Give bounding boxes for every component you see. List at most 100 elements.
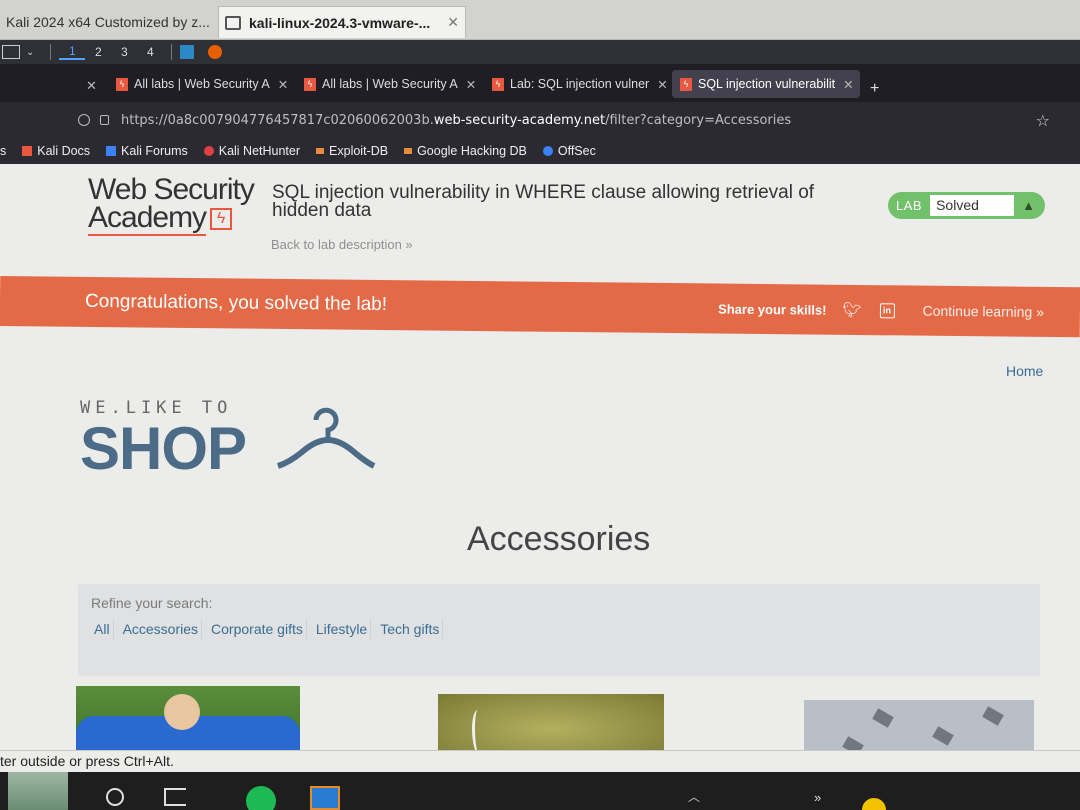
filter-corporate-gifts[interactable]: Corporate gifts — [208, 619, 307, 639]
vm-tab-label: kali-linux-2024.3-vmware-... — [249, 14, 431, 31]
bookmark-label: Google Hacking DB — [417, 144, 527, 158]
lightning-icon: ϟ — [304, 77, 316, 91]
bookmarks-bar: s Kali Docs Kali Forums Kali NetHunter E… — [0, 138, 1080, 164]
bookmark-kali-docs[interactable]: Kali Docs — [22, 144, 90, 158]
filter-all[interactable]: All — [91, 619, 114, 639]
task-view-icon[interactable] — [164, 788, 186, 806]
congrats-message: Congratulations, you solved the lab! — [84, 290, 388, 316]
linkedin-icon[interactable]: in — [879, 302, 895, 318]
continue-learning-link[interactable]: Continue learning » — [922, 303, 1044, 320]
terminal-icon[interactable] — [2, 45, 20, 59]
share-skills-label: Share your skills! — [718, 301, 827, 318]
close-icon[interactable]: ✕ — [86, 78, 97, 94]
shop-word: SHOP — [80, 415, 247, 482]
category-filters: All Accessories Corporate gifts Lifestyl… — [91, 619, 444, 639]
app-launcher-icon[interactable] — [180, 45, 195, 59]
shop-logo: WE.LIKE TO SHOP — [80, 398, 247, 483]
back-to-lab-description-link[interactable]: Back to lab description » — [271, 237, 413, 252]
home-link[interactable]: Home — [1006, 363, 1043, 379]
vm-tab-bar: Kali 2024 x64 Customized by z... ✕ kali-… — [0, 0, 1080, 40]
nethunter-icon — [203, 146, 214, 156]
remote-desktop-icon[interactable] — [310, 786, 340, 810]
notification-icon[interactable] — [862, 798, 886, 810]
bookmark-ghdb[interactable]: Google Hacking DB — [404, 144, 527, 158]
product-detail — [842, 736, 864, 750]
close-icon[interactable]: ✕ — [447, 14, 459, 31]
bookmark-label: s — [0, 144, 7, 158]
bookmark-kali-nethunter[interactable]: Kali NetHunter — [203, 144, 301, 158]
tracking-shield-icon[interactable] — [78, 114, 90, 126]
chevron-down-icon[interactable]: ⌄ — [26, 47, 34, 58]
bookmark-item[interactable]: s — [0, 144, 6, 158]
refine-search-label: Refine your search: — [91, 595, 213, 611]
product-detail — [932, 726, 954, 746]
bookmark-exploit-db[interactable]: Exploit-DB — [316, 144, 388, 158]
divider — [171, 44, 173, 60]
flask-icon: ▲ — [1022, 198, 1035, 213]
product-image[interactable] — [804, 700, 1034, 750]
search-icon[interactable] — [106, 788, 124, 806]
tab-all-labs-1[interactable]: ϟ All labs | Web Security A ✕ — [108, 70, 288, 98]
lightning-icon: ϟ — [680, 77, 692, 91]
congratulations-banner: Congratulations, you solved the lab! Sha… — [0, 276, 1080, 338]
divider — [50, 44, 52, 60]
product-blade — [472, 710, 486, 750]
bookmark-label: Kali Forums — [121, 144, 188, 158]
bookmark-kali-forums[interactable]: Kali Forums — [106, 144, 188, 158]
filter-accessories[interactable]: Accessories — [120, 619, 203, 639]
bookmark-offsec[interactable]: OffSec — [542, 144, 596, 158]
tab-lab-sqli[interactable]: ϟ Lab: SQL injection vulner ✕ — [484, 70, 666, 98]
tab-label: All labs | Web Security A — [134, 77, 270, 91]
close-icon[interactable]: ✕ — [466, 77, 476, 92]
close-icon[interactable]: ✕ — [278, 77, 288, 92]
url-bar[interactable]: https://0a8c007904776457817c02060062003b… — [70, 106, 1070, 134]
tab-label: Lab: SQL injection vulner — [510, 77, 650, 91]
close-icon[interactable]: ✕ — [657, 77, 666, 92]
product-image[interactable] — [438, 694, 664, 750]
refine-search-panel: Refine your search: All Accessories Corp… — [78, 584, 1040, 676]
firefox-icon[interactable] — [208, 45, 223, 59]
twitter-icon[interactable]: 🐦︎ — [842, 301, 861, 319]
workspace-2[interactable]: 2 — [85, 45, 111, 59]
bookmark-label: Kali Docs — [37, 144, 91, 158]
lock-icon[interactable] — [100, 115, 109, 125]
vm-tab-kali-linux[interactable]: kali-linux-2024.3-vmware-... ✕ — [218, 6, 466, 38]
lab-status: Solved — [930, 195, 1015, 216]
kali-forums-icon — [106, 146, 117, 156]
filter-lifestyle[interactable]: Lifestyle — [313, 619, 372, 639]
filter-tech-gifts[interactable]: Tech gifts — [377, 619, 444, 639]
tab-all-labs-2[interactable]: ϟ All labs | Web Security A ✕ — [296, 70, 478, 98]
lab-status-badge: LAB Solved ▲ — [888, 192, 1045, 219]
url-host: web-security-academy.net — [433, 112, 606, 128]
bookmark-label: Kali NetHunter — [218, 144, 301, 158]
bird-widget-icon[interactable] — [8, 772, 68, 810]
lab-label: LAB — [896, 198, 923, 213]
tab-sqli-active[interactable]: ϟ SQL injection vulnerabilit ✕ — [672, 70, 860, 98]
web-security-academy-logo[interactable]: Web Security Academy ϟ — [88, 173, 258, 236]
tab-label: All labs | Web Security A — [322, 77, 458, 91]
kali-docs-icon — [22, 146, 33, 156]
workspace-4[interactable]: 4 — [137, 45, 163, 59]
vm-tab-kali-custom[interactable]: Kali 2024 x64 Customized by z... ✕ — [0, 6, 210, 38]
vm-icon — [225, 15, 241, 30]
more-icon[interactable]: » — [814, 790, 821, 805]
exploit-db-icon — [316, 148, 325, 154]
navigation-toolbar: https://0a8c007904776457817c02060062003b… — [0, 102, 1080, 138]
bookmark-label: OffSec — [557, 144, 596, 158]
workspace-3[interactable]: 3 — [111, 45, 137, 59]
lightning-icon: ϟ — [116, 77, 128, 91]
product-detail — [872, 708, 894, 728]
bookmark-star-icon[interactable]: ☆ — [1036, 111, 1050, 130]
chevron-up-icon[interactable]: ︿ — [688, 788, 700, 805]
vm-status-bar: ter outside or press Ctrl+Alt. — [0, 750, 1080, 772]
url-prefix: https://0a8c007904776457817c02060062003b… — [121, 112, 434, 128]
logo-line1: Web Security — [88, 173, 255, 206]
workspace-1[interactable]: 1 — [59, 44, 86, 60]
bookmark-label: Exploit-DB — [329, 144, 389, 158]
close-icon[interactable]: ✕ — [843, 77, 853, 92]
kali-panel: ⌄ 1 2 3 4 — [0, 40, 1080, 64]
logo-line2: Academy — [88, 201, 207, 234]
spotify-icon[interactable] — [246, 786, 276, 810]
product-image[interactable] — [76, 686, 300, 750]
new-tab-button[interactable]: + — [870, 80, 879, 98]
